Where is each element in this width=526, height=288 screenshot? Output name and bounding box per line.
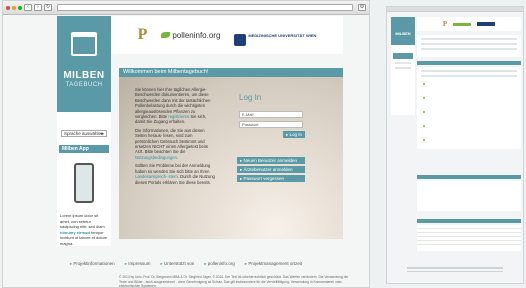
polleninfo-text: polleninfo.org [172, 30, 221, 40]
preview-partner-p: P [442, 20, 448, 28]
intro-paragraph-3: Sollten Sie Probleme bei der Anmeldung h… [135, 163, 215, 185]
intro-text-2b: . [176, 154, 179, 160]
leaf-icon [161, 32, 171, 39]
preview-footer [387, 265, 523, 277]
intro-text-3: Sollten Sie Probleme bei der Anmeldung h… [135, 163, 211, 174]
language-select[interactable]: Sprache auswählen [61, 130, 107, 137]
back-icon[interactable]: ‹ [24, 4, 32, 11]
preview-logo: MILBEN [391, 17, 415, 45]
register-link[interactable]: registrieren [168, 114, 189, 119]
contact-link[interactable]: Landesansprech- stern [135, 174, 178, 179]
preview-text-row [421, 48, 517, 50]
minimize-window-icon[interactable] [12, 5, 16, 10]
logo-title: MILBEN [63, 70, 105, 81]
partner-logo-polleninfo[interactable]: polleninfo.org [161, 31, 220, 40]
close-window-icon[interactable] [6, 5, 10, 10]
preview-partner-polleninfo [453, 22, 472, 26]
preview-form-row [421, 70, 517, 72]
preview-footer-line [407, 270, 503, 272]
book-icon [71, 32, 97, 56]
browser-toolbar: ‹ › ↻ ⚙ [3, 1, 369, 15]
footer-link-supported[interactable]: Unterstützt von [160, 261, 194, 267]
preview-form-card [417, 67, 521, 149]
hero-panel: Sie können hier Ihre täglichen Allergie-… [119, 77, 343, 239]
reload-icon[interactable]: ↻ [44, 4, 52, 11]
preview-text-row [421, 43, 517, 45]
preview-partner-meduni [477, 22, 496, 26]
app-description: Lorem ipsum dolor sit amet, con setetur … [60, 213, 108, 246]
footer-link-imprint[interactable]: Impressum [125, 261, 150, 267]
site-logo[interactable]: MILBEN TAGEBUCH [57, 16, 111, 112]
logo-subtitle: TAGEBUCH [65, 82, 103, 88]
preview-footer-line [407, 267, 503, 269]
preview-sidebar: MILBEN [391, 17, 415, 115]
footer-link-project[interactable]: Projektinformationen [70, 261, 114, 267]
password-field[interactable]: Passwort [239, 121, 303, 128]
address-bar[interactable] [57, 4, 353, 11]
preview-table [417, 225, 521, 251]
screenshot-canvas: ‹ › ↻ ⚙ MILBEN TAGEBUCH Sprache auswähle… [0, 0, 526, 288]
footer-link-polleninfo[interactable]: polleninfo.org [204, 261, 235, 267]
footer-link-management[interactable]: Projektmanagement ortzeit [245, 261, 302, 267]
preview-form-row [421, 75, 517, 77]
phone-image [74, 163, 94, 203]
preview-info-box [417, 35, 521, 57]
app-link[interactable]: nonumy eirmod [60, 230, 90, 235]
gear-icon[interactable]: ⚙ [358, 4, 366, 11]
preview-section-header [417, 61, 521, 65]
terms-link[interactable]: Nutzungsbedingungen [135, 155, 177, 160]
preview-browser-bar [387, 7, 523, 12]
dashboard-page-preview: MILBEN P [386, 6, 524, 284]
preview-radio-icon [423, 111, 425, 113]
preview-chart-card [417, 181, 521, 211]
intro-text-2: Die Informationen, die Sie aus diesen Se… [135, 127, 209, 155]
intro-text: Sie können hier Ihre täglichen Allergie-… [135, 87, 215, 188]
sidebar: MILBEN TAGEBUCH Sprache auswählen Milben… [57, 16, 111, 246]
login-heading: Log In [239, 93, 262, 102]
partner-logo-p[interactable]: P [138, 26, 148, 44]
email-field[interactable]: E-Mail [239, 111, 303, 118]
maximize-window-icon[interactable] [18, 5, 22, 10]
preview-nav-row [395, 62, 411, 64]
app-heading: Milben App [59, 145, 109, 153]
preview-chart-header [417, 175, 521, 179]
preview-table-header [417, 219, 521, 223]
footer: Projektinformationen Impressum Unterstüt… [3, 249, 369, 288]
preview-radio-icon [423, 83, 425, 85]
welcome-heading: Willkommen beim Milbentagebuch! [119, 68, 343, 77]
partner-logo-meduni[interactable]: MEDIZINISCHE UNIVERSITÄT WIEN [234, 33, 316, 46]
login-button[interactable]: Log In [283, 131, 306, 138]
forward-icon[interactable]: › [34, 4, 42, 11]
legal-text: © 2014 by Univ.-Prof. Dr. Bergmann MBA &… [119, 275, 349, 288]
intro-paragraph-1: Sie können hier Ihre täglichen Allergie-… [135, 87, 215, 125]
preview-nav-item [393, 53, 413, 59]
doctor-register-button[interactable]: Ärztebenutzer anmelden [237, 166, 305, 173]
preview-text-row [421, 38, 517, 40]
preview-radio-icon [423, 139, 425, 141]
register-button[interactable]: Neuen Benutzer anmelden [237, 157, 305, 164]
footer-nav: Projektinformationen Impressum Unterstüt… [3, 249, 369, 267]
forgot-password-button[interactable]: Passwort vergessen [237, 175, 305, 182]
preview-radio-icon [423, 97, 425, 99]
preview-logo-title: MILBEN [395, 31, 411, 36]
preview-radio-icon [423, 125, 425, 127]
app-text: Lorem ipsum dolor sit amet, con setetur … [60, 213, 105, 229]
preview-table-row [417, 241, 521, 245]
preview-nav-row [395, 67, 411, 69]
intro-paragraph-2: Die Informationen, die Sie aus diesen Se… [135, 128, 215, 160]
partner-banner: P polleninfo.org MEDIZINISCHE UNIVERSITÄ… [111, 16, 343, 54]
browser-window: ‹ › ↻ ⚙ MILBEN TAGEBUCH Sprache auswähle… [2, 0, 370, 288]
preview-banner: P [417, 17, 521, 31]
